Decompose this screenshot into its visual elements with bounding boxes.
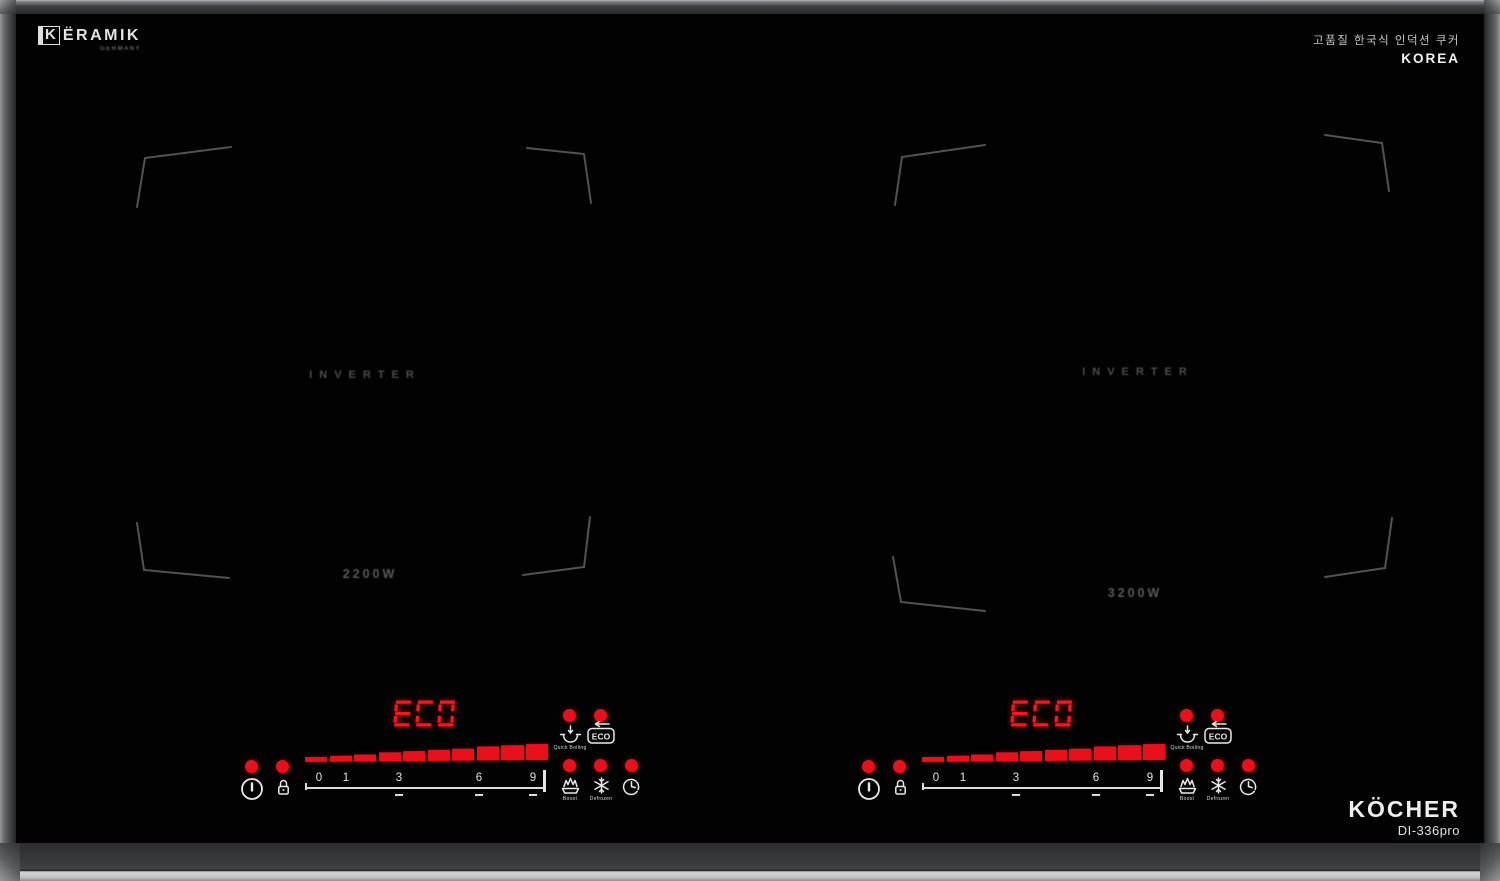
slider-scale[interactable]: 0 1 3 6 9 xyxy=(924,772,1160,802)
defrost-snowflake-icon xyxy=(593,777,610,794)
scale-dash xyxy=(475,794,483,796)
right-zone-watt-label: 3200W xyxy=(1085,586,1185,600)
quick-boiling-icon xyxy=(1176,725,1199,744)
scale-number-0: 0 xyxy=(928,772,944,784)
frame-corner xyxy=(0,0,16,14)
scale-tick-end xyxy=(1160,770,1163,792)
timer-clock-icon xyxy=(622,777,641,796)
scale-number-9: 9 xyxy=(525,772,541,784)
scale-number-9: 9 xyxy=(1142,772,1158,784)
scale-line xyxy=(924,787,1160,789)
scale-dash xyxy=(395,794,403,796)
keramik-logo: K ËRAMIK GERMANY xyxy=(38,26,141,52)
eco-mode-icon: ECO xyxy=(1202,721,1234,746)
quick-boiling-label: Quick Boiling xyxy=(550,745,589,750)
country-label: KOREA xyxy=(1313,51,1460,66)
scale-number-6: 6 xyxy=(1088,772,1104,784)
scale-number-6: 6 xyxy=(471,772,487,784)
scale-number-1: 1 xyxy=(338,772,354,784)
defrost-indicator-dot xyxy=(594,759,607,772)
keramik-logo-mark: K xyxy=(38,26,60,45)
model-number: DI-336pro xyxy=(1348,823,1460,838)
quick-boiling-icon xyxy=(559,725,582,744)
scale-number-3: 3 xyxy=(391,772,407,784)
power-indicator-dot xyxy=(862,760,875,773)
boost-icon xyxy=(1176,776,1199,795)
eco-mode-icon: ECO xyxy=(585,721,617,746)
defrost-indicator-dot xyxy=(1211,759,1224,772)
keramik-logo-text: ËRAMIK xyxy=(63,27,141,45)
defrost-label: Defrozen xyxy=(581,796,620,801)
power-button[interactable] xyxy=(856,776,882,807)
frame-corner xyxy=(1484,0,1500,14)
timer-indicator-dot xyxy=(625,759,638,772)
power-indicator-dot xyxy=(245,760,258,773)
scale-number-0: 0 xyxy=(311,772,327,784)
left-zone-markings xyxy=(130,140,600,590)
quick-boiling-indicator-dot xyxy=(563,709,576,722)
quick-boiling-label: Quick Boiling xyxy=(1167,745,1206,750)
scale-dash xyxy=(1092,794,1100,796)
power-icon xyxy=(239,776,265,802)
lock-icon xyxy=(893,778,908,796)
left-control-panel: ECO 0 1 xyxy=(235,697,650,815)
eco-button[interactable]: ECO xyxy=(585,721,617,751)
korean-tagline: 고품질 한국식 인덕션 쿠커 xyxy=(1313,32,1460,48)
led-display-eco xyxy=(1010,700,1072,727)
frame-right-bezel xyxy=(1484,0,1500,881)
power-level-slider[interactable] xyxy=(305,743,548,762)
lock-indicator-dot xyxy=(276,760,289,773)
kocher-logo: KÖCHER xyxy=(1348,796,1460,823)
timer-clock-icon xyxy=(1239,777,1258,796)
scale-dash xyxy=(1012,794,1020,796)
lock-button[interactable] xyxy=(276,778,291,801)
lock-indicator-dot xyxy=(893,760,906,773)
boost-icon xyxy=(559,776,582,795)
frame-bottom-bezel xyxy=(0,843,1500,881)
power-icon xyxy=(856,776,882,802)
left-zone-watt-label: 2200W xyxy=(320,567,420,581)
defrost-label: Defrozen xyxy=(1198,796,1237,801)
left-zone-inverter-label: INVERTER xyxy=(285,369,445,381)
footer-brand: KÖCHER DI-336pro xyxy=(1348,796,1460,838)
right-control-panel: ECO 0 1 3 xyxy=(852,697,1267,815)
scale-line xyxy=(307,787,543,789)
scale-dash xyxy=(529,794,537,796)
scale-number-1: 1 xyxy=(955,772,971,784)
eco-button[interactable]: ECO xyxy=(1202,721,1234,751)
lock-icon xyxy=(276,778,291,796)
scale-dash xyxy=(1146,794,1154,796)
scale-tick-start xyxy=(922,783,924,790)
defrost-snowflake-icon xyxy=(1210,777,1227,794)
power-level-slider[interactable] xyxy=(922,743,1165,762)
quick-boiling-indicator-dot xyxy=(1180,709,1193,722)
power-button[interactable] xyxy=(239,776,265,807)
induction-cooktop: K ËRAMIK GERMANY 고품질 한국식 인덕션 쿠커 KOREA IN… xyxy=(0,0,1500,881)
boost-indicator-dot xyxy=(563,759,576,772)
frame-corner xyxy=(0,843,20,881)
header-right: 고품질 한국식 인덕션 쿠커 KOREA xyxy=(1313,32,1460,66)
scale-tick-end xyxy=(543,770,546,792)
boost-indicator-dot xyxy=(1180,759,1193,772)
glass-surface: K ËRAMIK GERMANY 고품질 한국식 인덕션 쿠커 KOREA IN… xyxy=(16,14,1484,843)
keramik-logo-subtext: GERMANY xyxy=(38,46,141,52)
svg-text:ECO: ECO xyxy=(1209,732,1228,742)
timer-button[interactable] xyxy=(1239,777,1258,801)
timer-indicator-dot xyxy=(1242,759,1255,772)
frame-left-bezel xyxy=(0,0,16,881)
scale-number-3: 3 xyxy=(1008,772,1024,784)
scale-tick-start xyxy=(305,783,307,790)
led-display-eco xyxy=(393,700,455,727)
slider-scale[interactable]: 0 1 3 6 9 xyxy=(307,772,543,802)
lock-button[interactable] xyxy=(893,778,908,801)
svg-text:ECO: ECO xyxy=(592,732,611,742)
frame-top-bezel xyxy=(0,0,1500,14)
timer-button[interactable] xyxy=(622,777,641,801)
frame-corner xyxy=(1480,843,1500,881)
right-zone-inverter-label: INVERTER xyxy=(1058,366,1218,378)
